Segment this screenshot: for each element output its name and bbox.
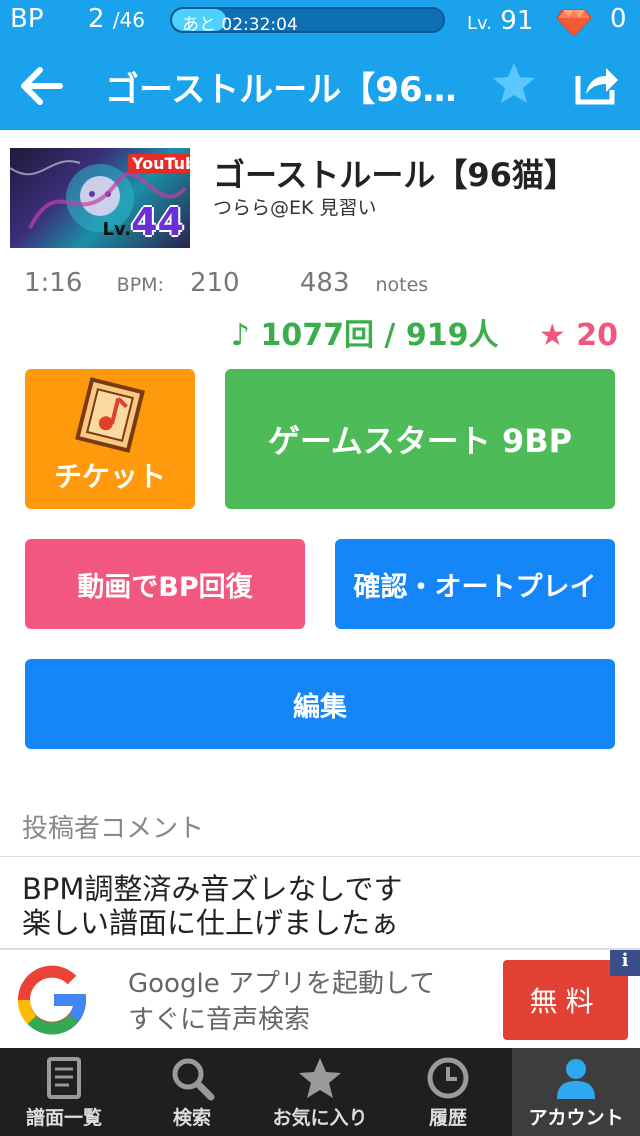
bp-label: BP [10,4,44,34]
google-logo-icon [18,965,86,1035]
tab-label: お気に入り [272,1107,368,1129]
tab-label: 履歴 [428,1107,467,1129]
tab-bar: 譜面一覧 検索 お気に入り 履歴 アカウント [0,1048,640,1136]
gem-icon [557,9,591,36]
divider [0,856,640,857]
recover-bp-video-button[interactable]: 動画でBP回復 [25,539,305,629]
notes-label: notes [375,274,429,296]
clock-icon [427,1057,469,1099]
level-value: 91 [500,6,534,36]
song-meta: 1:16 BPM: 210 483 notes [24,268,480,298]
gem-count: 0 [610,4,627,34]
tab-label: 検索 [172,1107,211,1129]
tab-label: アカウント [528,1107,624,1129]
tab-label: 譜面一覧 [25,1107,102,1129]
song-bpm: BPM: 210 [117,268,266,298]
favorite-count: ★ 20 [538,318,618,353]
uploader-comment: BPM調整済み音ズレなしです 楽しい譜面に仕上げましたぁ [22,872,403,940]
ad-line: Google アプリを起動して [128,969,436,999]
difficulty-level: Lv.44 [103,200,184,244]
navigation-bar: ゴーストルール【96… [0,42,640,130]
song-thumbnail[interactable]: YouTube Lv.44 [10,148,190,248]
ad-banner[interactable]: Google アプリを起動して すぐに音声検索 無料 i [0,948,640,1048]
difficulty-value: 44 [131,200,184,244]
level-label: Lv. [467,13,493,34]
person-icon [557,1059,595,1099]
song-notes: 483 notes [300,268,454,298]
ad-line: すぐに音声検索 [128,1005,311,1035]
ticket-button[interactable]: チケット [25,369,195,509]
bp-counter: 2 /46 [88,4,145,34]
bp-timer-text: あと 02:32:04 [182,15,298,33]
tab-search[interactable]: 検索 [128,1048,256,1136]
star-icon [299,1058,341,1098]
difficulty-prefix: Lv. [102,219,132,240]
search-icon [172,1058,215,1101]
bp-current: 2 [88,4,105,34]
edit-button[interactable]: 編集 [25,659,615,749]
tab-favorites[interactable]: お気に入り [256,1048,384,1136]
nav-title: ゴーストルール【96… [105,70,457,110]
bp-total: /46 [112,8,145,32]
notes-value: 483 [299,268,350,298]
song-author[interactable]: つらら@EK 見習い [213,193,377,220]
game-start-button[interactable]: ゲームスタート 9BP [225,369,615,509]
tab-history[interactable]: 履歴 [384,1048,512,1136]
share-icon[interactable] [572,60,620,108]
comment-line: BPM調整済み音ズレなしです [22,872,403,906]
status-bar: BP 2 /46 あと 02:32:04 Lv. 91 0 [0,0,640,42]
ad-text: Google アプリを起動して すぐに音声検索 [128,966,435,1038]
music-ticket-icon [75,377,145,453]
favorite-star-icon[interactable] [490,60,538,108]
youtube-badge: YouTube [128,154,190,173]
comment-line: 楽しい譜面に仕上げましたぁ [22,906,400,940]
comment-header: 投稿者コメント [22,814,205,844]
back-arrow-icon[interactable] [18,62,66,110]
bpm-label: BPM: [116,274,164,296]
song-duration: 1:16 [24,268,83,298]
ad-info-icon[interactable]: i [610,950,640,976]
bp-recovery-timer: あと 02:32:04 [170,7,445,33]
document-icon [47,1057,81,1099]
tab-score-list[interactable]: 譜面一覧 [0,1048,128,1136]
player-level: Lv. 91 [467,6,533,36]
tab-account[interactable]: アカウント [512,1048,640,1136]
song-stats: ♪ 1077回 / 919人 ★ 20 [231,310,618,354]
ticket-label: チケット [53,460,166,493]
autoplay-button[interactable]: 確認・オートプレイ [335,539,615,629]
bpm-value: 210 [189,268,240,298]
play-count: ♪ 1077回 / 919人 [230,318,499,353]
song-title: ゴーストルール【96猫】 [213,156,576,194]
